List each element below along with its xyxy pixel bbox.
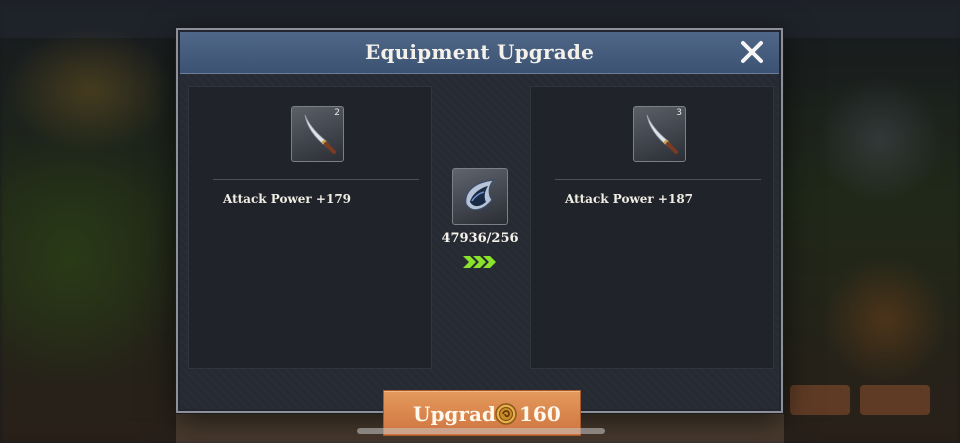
- divider: [213, 179, 419, 180]
- dialog-content: 2 Attack Power +179 47936/256 3 Attack P…: [180, 74, 779, 436]
- next-equipment-slot[interactable]: 3: [633, 106, 686, 162]
- next-attack-stat: Attack Power +187: [565, 192, 694, 206]
- upgrade-stone-icon: [465, 179, 496, 211]
- background-left-area: [0, 38, 176, 443]
- upgrade-material-slot[interactable]: [452, 168, 508, 225]
- dialog-title: Equipment Upgrade: [365, 40, 594, 64]
- home-indicator[interactable]: [357, 428, 605, 434]
- upgrade-cost: 160: [519, 402, 561, 426]
- next-equipment-panel: 3 Attack Power +187: [530, 86, 774, 369]
- current-equipment-slot[interactable]: 2: [291, 106, 344, 162]
- close-icon: [741, 41, 763, 63]
- triple-chevron-right-icon: [463, 256, 496, 268]
- divider: [555, 179, 761, 180]
- equipment-level-badge: 2: [334, 108, 340, 118]
- equipment-level-badge: 3: [676, 108, 682, 118]
- background-button: [790, 385, 850, 415]
- current-attack-stat: Attack Power +179: [223, 192, 352, 206]
- background-right-area: [784, 38, 960, 443]
- dialog-header: Equipment Upgrade: [180, 32, 779, 74]
- close-button[interactable]: [739, 39, 765, 65]
- equipment-upgrade-dialog: Equipment Upgrade 2 Attack Power +179 47…: [176, 28, 783, 436]
- current-equipment-panel: 2 Attack Power +179: [188, 86, 432, 369]
- background-button: [860, 385, 930, 415]
- material-count: 47936/256: [441, 231, 519, 246]
- gold-coin-icon: [495, 403, 517, 425]
